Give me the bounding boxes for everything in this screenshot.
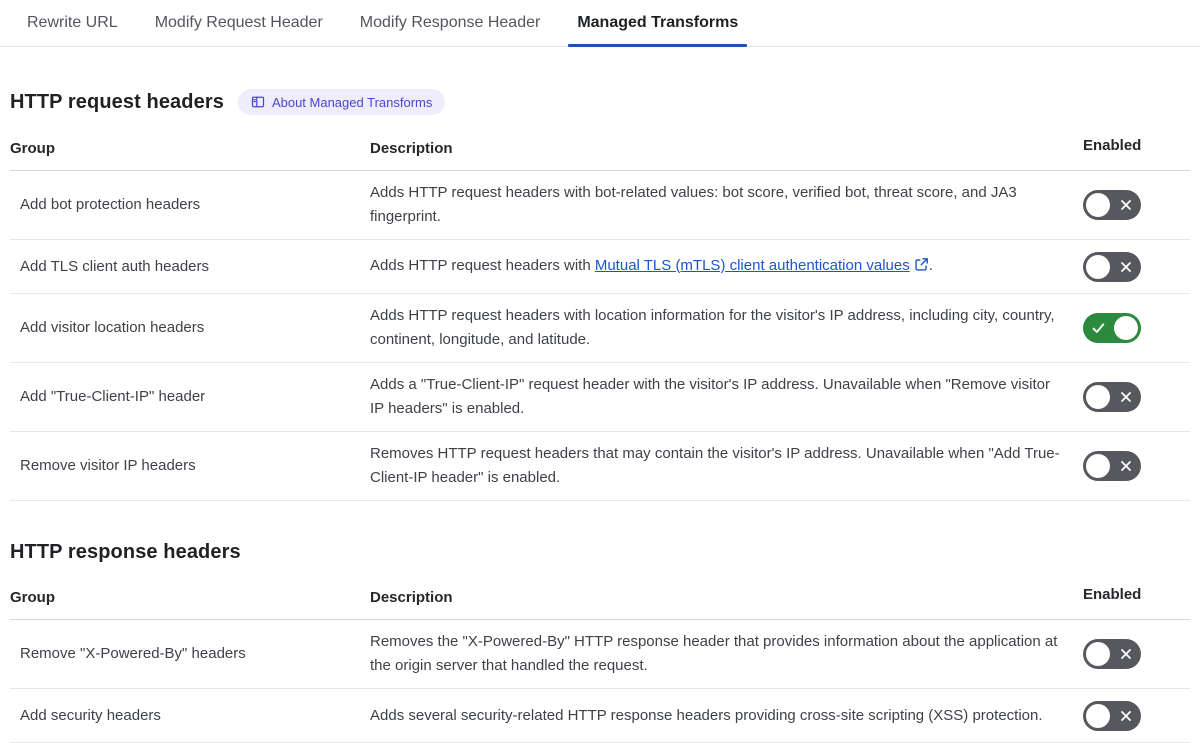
enabled-cell [1083,441,1190,491]
toggle-knob [1086,385,1110,409]
toggle-knob [1086,254,1110,279]
group-cell: Remove "X-Powered-By" headers [20,645,246,662]
column-header-enabled: Enabled [1083,137,1142,154]
table-row: Add TLS client auth headers Adds HTTP req… [10,240,1190,294]
toggle-knob [1114,316,1138,340]
section-title-request: HTTP request headers [10,90,224,113]
managed-transforms-page: Rewrite URL Modify Request Header Modify R… [0,0,1200,743]
tab-modify-request-header[interactable]: Modify Request Header [155,0,323,46]
column-header-description: Description [370,140,453,157]
group-cell: Add visitor location headers [20,319,205,336]
request-headers-table: Group Description Enabled Add bot protectio… [10,129,1190,501]
response-headers-section: HTTP response headers Group Description En… [10,541,1190,743]
toggle-knob [1086,703,1110,728]
table-row: Remove visitor IP headers Removes HTTP re… [10,432,1190,501]
description-cell: Adds HTTP request headers with bot-relat… [370,184,1017,225]
description-cell: Adds HTTP request headers with location … [370,307,1055,348]
column-header-enabled: Enabled [1083,586,1142,603]
x-icon [1120,261,1132,273]
badge-label: About Managed Transforms [271,94,433,110]
enabled-cell [1083,372,1190,422]
description-cell: Removes the "X-Powered-By" HTTP response… [370,633,1058,674]
group-cell: Add "True-Client-IP" header [20,388,206,405]
toggle-add-visitor-location-headers[interactable] [1083,313,1141,343]
toggle-remove-visitor-ip-headers[interactable] [1083,451,1141,481]
section-title-response: HTTP response headers [10,541,241,563]
about-managed-transforms-badge[interactable]: About Managed Transforms [237,89,446,115]
tab-managed-transforms[interactable]: Managed Transforms [568,0,748,47]
group-cell: Add bot protection headers [20,196,201,213]
group-cell: Add TLS client auth headers [20,257,210,275]
description-cell: Adds a "True-Client-IP" request header w… [370,376,1050,417]
description-cell: Adds several security-related HTTP respo… [370,706,1043,724]
request-headers-section: HTTP request headers About Managed Trans… [10,89,1190,501]
description-cell: Removes HTTP request headers that may co… [370,445,1060,486]
table-row: Remove "X-Powered-By" headers Removes the… [10,620,1190,689]
toggle-add-true-client-ip-header[interactable] [1083,382,1141,412]
mtls-link[interactable]: Mutual TLS (mTLS) client authentication … [595,257,929,274]
enabled-cell [1083,629,1190,679]
enabled-cell [1083,242,1190,292]
table-header-row: Group Description Enabled [10,578,1190,620]
enabled-cell [1083,691,1190,741]
column-header-group: Group [10,140,55,157]
group-cell: Remove visitor IP headers [20,457,196,474]
page-content: HTTP request headers About Managed Trans… [0,89,1200,743]
x-icon [1120,710,1132,722]
column-header-description: Description [370,589,453,606]
request-section-head: HTTP request headers About Managed Trans… [10,89,1190,115]
description-cell: Adds HTTP request headers with Mutual TL… [370,244,1083,290]
book-icon [251,95,265,109]
toggle-knob [1086,642,1110,666]
response-section-head: HTTP response headers [10,541,1190,564]
x-icon [1120,199,1132,211]
response-headers-table: Group Description Enabled Remove "X-Powered… [10,578,1190,743]
tab-modify-response-header[interactable]: Modify Response Header [360,0,541,46]
tab-rewrite-url[interactable]: Rewrite URL [27,0,118,46]
tab-bar: Rewrite URL Modify Request Header Modify R… [0,0,1200,47]
x-icon [1120,460,1132,472]
table-row: Add bot protection headers Adds HTTP requ… [10,171,1190,240]
toggle-knob [1086,454,1110,478]
x-icon [1120,648,1132,660]
table-row: Add visitor location headers Adds HTTP re… [10,294,1190,363]
toggle-add-tls-client-auth-headers[interactable] [1083,251,1141,282]
column-header-group: Group [10,589,55,606]
group-cell: Add security headers [20,706,161,724]
table-row: Add "True-Client-IP" header Adds a "True-… [10,363,1190,432]
external-link-icon [914,256,929,280]
toggle-add-security-headers[interactable] [1083,700,1141,731]
toggle-knob [1086,193,1110,217]
enabled-cell [1083,303,1190,353]
toggle-add-bot-protection-headers[interactable] [1083,190,1141,220]
check-icon [1092,322,1105,334]
toggle-remove-x-powered-by-headers[interactable] [1083,639,1141,669]
enabled-cell [1083,180,1190,230]
table-header-row: Group Description Enabled [10,129,1190,171]
table-row: Add security headers Adds several securit… [10,689,1190,743]
x-icon [1120,391,1132,403]
